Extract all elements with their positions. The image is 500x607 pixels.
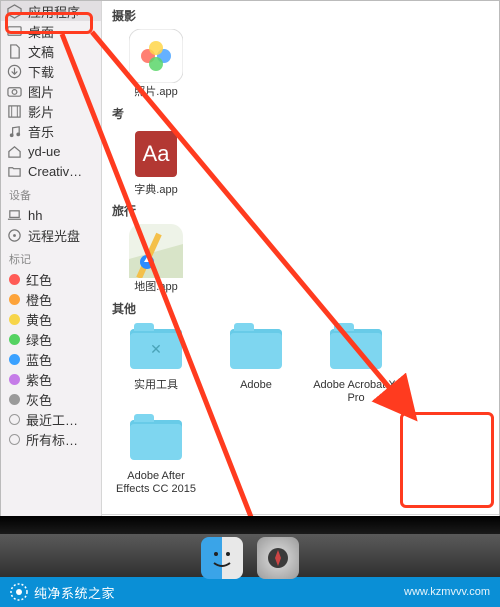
sidebar-item[interactable]: 音乐 [1,121,101,141]
folder-icon [7,164,22,179]
svg-text:Aa: Aa [143,141,171,166]
sidebar-item-label: 文稿 [28,42,54,61]
music-icon [7,124,22,139]
laptop-icon [7,208,22,223]
sidebar-item[interactable]: 桌面 [1,21,101,41]
main-pane: 摄影照片.app 考 Aa 字典.app 旅行地图.app 其他实用工具 Adobe Adob… [102,1,499,536]
watermark-url: www.kzmvvv.com [404,586,490,598]
sidebar-item-label: 下载 [28,62,54,81]
section-header: 摄影 [112,7,491,24]
tag-dot-icon [9,394,20,405]
sidebar-item-label: 绿色 [26,330,52,349]
dock-finder-icon[interactable] [201,537,243,579]
tag-dot-icon [9,374,20,385]
sidebar-header-devices: 设备 [1,181,101,205]
file-label: Adobe Acrobat XI Pro [310,379,402,404]
sidebar-item-label: 蓝色 [26,350,52,369]
watermark-brand: 纯净系统之家 [34,583,115,602]
sidebar-tag[interactable]: 蓝色 [1,349,101,369]
sidebar-item-label: 紫色 [26,370,52,389]
tag-dot-icon [9,314,20,325]
file-icon [128,412,184,468]
file-label: Adobe After Effects CC 2015 [110,470,202,495]
tag-dot-icon [9,434,20,445]
tag-dot-icon [9,354,20,365]
download-icon [7,64,22,79]
file-label: 地图.app [134,281,177,294]
file-icon: Aa [128,126,184,182]
doc-icon [7,44,22,59]
sidebar-item[interactable]: 图片 [1,81,101,101]
desktop-icon [7,24,22,39]
sidebar-item-label: 音乐 [28,122,54,141]
sidebar-item-label: 黄色 [26,310,52,329]
file-item[interactable]: 照片.app [110,28,202,99]
sidebar-item-label: 最近工… [26,410,78,429]
file-icon [328,321,384,377]
sidebar-item[interactable]: 下载 [1,61,101,81]
file-item[interactable]: 实用工具 [110,321,202,404]
section-header: 旅行 [112,202,491,219]
tag-dot-icon [9,274,20,285]
file-icon [128,28,184,84]
sidebar-tag[interactable]: 橙色 [1,289,101,309]
sidebar-tag[interactable]: 灰色 [1,389,101,409]
sidebar-device[interactable]: 远程光盘 [1,225,101,245]
sidebar-item[interactable]: Creativ… [1,161,101,181]
file-item[interactable]: Adobe After Effects CC 2015 [110,412,202,495]
file-label: 字典.app [134,184,177,197]
dock [0,534,500,582]
sidebar-tag[interactable]: 绿色 [1,329,101,349]
sidebar-tag[interactable]: 紫色 [1,369,101,389]
file-item[interactable]: Adobe Acrobat XI Pro [310,321,402,404]
sidebar-item-label: 桌面 [28,22,54,41]
sidebar-item-label: yd-ue [28,144,61,159]
sidebar-item-label: 影片 [28,102,54,121]
file-label: Adobe [240,379,272,392]
tag-dot-icon [9,294,20,305]
watermark-bar: 纯净系统之家 www.kzmvvv.com [0,577,500,607]
tag-dot-icon [9,414,20,425]
home-icon [7,144,22,159]
sidebar-tag[interactable]: 黄色 [1,309,101,329]
sidebar-tag[interactable]: 红色 [1,269,101,289]
film-icon [7,104,22,119]
sidebar-item[interactable]: 文稿 [1,41,101,61]
sidebar-item-label: 图片 [28,82,54,101]
sidebar-item-label: Creativ… [28,164,82,179]
file-item[interactable]: Adobe [210,321,302,404]
sidebar-item-label: 远程光盘 [28,226,80,245]
file-item[interactable]: Aa 字典.app [110,126,202,197]
file-label: 实用工具 [134,379,178,392]
sidebar-item[interactable]: 影片 [1,101,101,121]
file-icon [128,223,184,279]
disc-icon [7,228,22,243]
file-icon [228,321,284,377]
file-label: 照片.app [134,86,177,99]
camera-icon [7,84,22,99]
sidebar-item-label: 所有标… [26,430,78,449]
sidebar-item-label: 红色 [26,270,52,289]
sidebar-item[interactable]: yd-ue [1,141,101,161]
file-item[interactable]: 地图.app [110,223,202,294]
apps-icon [7,4,22,19]
watermark-logo-icon [10,583,28,601]
tag-dot-icon [9,334,20,345]
sidebar-tag[interactable]: 所有标… [1,429,101,449]
sidebar-tag[interactable]: 最近工… [1,409,101,429]
section-header: 考 [112,105,491,122]
finder-window: 应用程序桌面文稿下载图片影片音乐yd-ueCreativ… 设备 hh远程光盘 … [0,0,500,537]
file-icon [128,321,184,377]
section-header: 其他 [112,300,491,317]
sidebar-header-tags: 标记 [1,245,101,269]
sidebar-item[interactable]: 应用程序 [1,1,101,21]
sidebar-item-label: 灰色 [26,390,52,409]
sidebar-item-label: 应用程序 [28,2,80,21]
dock-launchpad-icon[interactable] [257,537,299,579]
sidebar-item-label: hh [28,208,42,223]
sidebar-device[interactable]: hh [1,205,101,225]
sidebar-item-label: 橙色 [26,290,52,309]
sidebar: 应用程序桌面文稿下载图片影片音乐yd-ueCreativ… 设备 hh远程光盘 … [1,1,102,536]
